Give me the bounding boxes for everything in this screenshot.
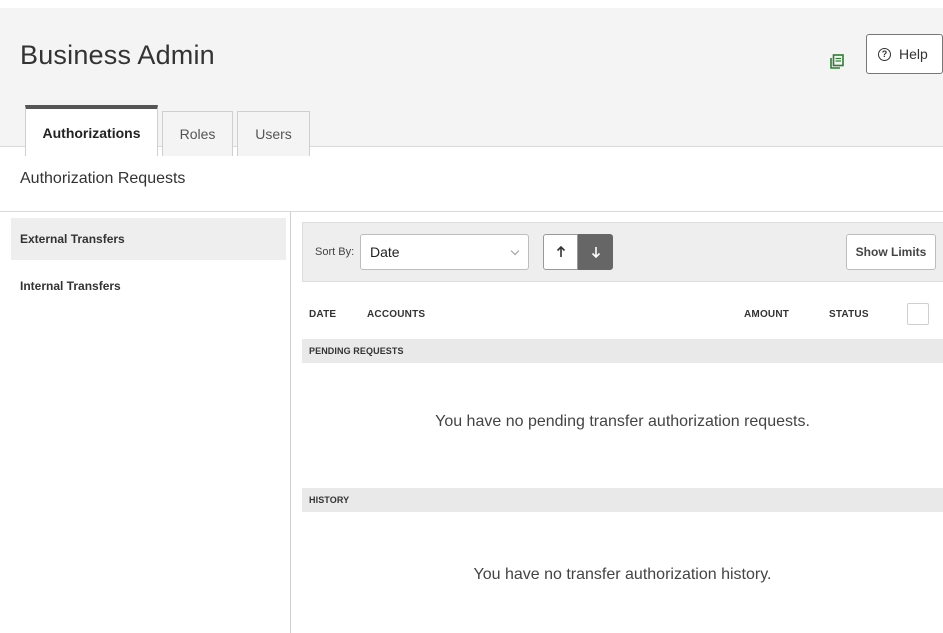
select-all-checkbox[interactable]	[907, 303, 929, 325]
pending-requests-header: PENDING REQUESTS	[302, 339, 943, 363]
help-button-label: Help	[899, 46, 928, 62]
sidebar-item-label: Internal Transfers	[20, 279, 121, 293]
sidebar-divider	[290, 212, 291, 633]
column-header-date[interactable]: DATE	[309, 309, 336, 320]
tab-label: Roles	[179, 126, 216, 142]
sidebar-item-label: External Transfers	[20, 232, 125, 246]
sort-descending-button[interactable]	[578, 234, 613, 270]
page-title: Business Admin	[20, 40, 215, 70]
history-empty-message: You have no transfer authorization histo…	[473, 566, 772, 583]
tab-roles[interactable]: Roles	[162, 111, 233, 156]
tab-users[interactable]: Users	[237, 111, 310, 156]
history-header: HISTORY	[302, 488, 943, 512]
column-header-status[interactable]: STATUS	[829, 309, 869, 320]
sort-select[interactable]: Date	[360, 234, 529, 270]
section-divider	[0, 211, 943, 212]
page-header: Business Admin ? Help Authorizations Rol…	[0, 8, 943, 156]
sidebar-item-external-transfers[interactable]: External Transfers	[11, 218, 286, 260]
column-header-amount[interactable]: AMOUNT	[744, 309, 789, 320]
show-limits-button[interactable]: Show Limits	[846, 234, 936, 270]
sort-label: Sort By:	[315, 246, 355, 258]
arrow-up-icon	[556, 246, 565, 257]
section-title: Authorization Requests	[20, 170, 186, 187]
column-header-accounts[interactable]: ACCOUNTS	[367, 309, 425, 320]
help-button[interactable]: ? Help	[866, 34, 943, 74]
sort-toolbar: Sort By: Date Show Limits	[302, 222, 943, 282]
arrow-down-icon	[591, 247, 600, 258]
tab-label: Authorizations	[42, 124, 141, 141]
sort-ascending-button[interactable]	[543, 234, 578, 270]
help-circle-icon: ?	[878, 47, 891, 61]
sort-select-value: Date	[370, 244, 400, 260]
pending-empty-message: You have no pending transfer authorizati…	[435, 413, 810, 430]
sidebar-item-internal-transfers[interactable]: Internal Transfers	[11, 265, 286, 307]
chevron-down-icon	[510, 246, 520, 256]
tab-label: Users	[255, 126, 292, 142]
tab-authorizations[interactable]: Authorizations	[25, 105, 158, 156]
print-icon[interactable]	[829, 53, 845, 69]
